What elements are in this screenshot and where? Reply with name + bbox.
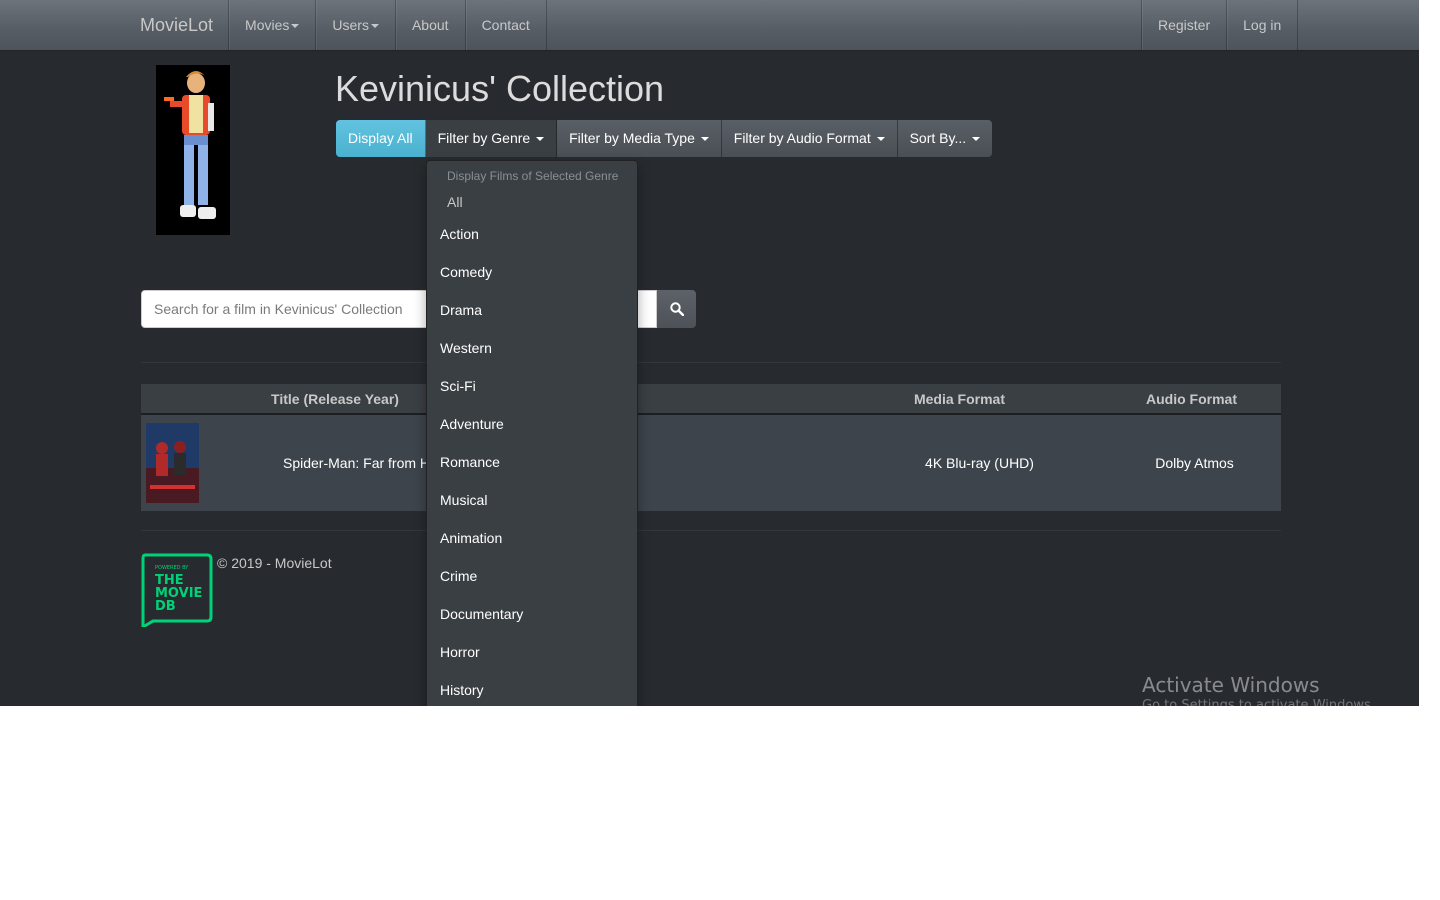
navbar: MovieLot Movies Users About Contact Regi…	[0, 0, 1419, 51]
movie-poster[interactable]	[146, 423, 199, 503]
caret-down-icon	[536, 137, 545, 142]
nav-movies-dropdown[interactable]: Movies	[228, 0, 315, 50]
column-header-media-format: Media Format	[913, 391, 1005, 407]
display-all-button[interactable]: Display All	[336, 120, 426, 157]
filter-media-type-label: Filter by Media Type	[569, 130, 695, 146]
sort-by-label: Sort By...	[909, 130, 967, 146]
activate-windows-watermark: Activate Windows	[1142, 673, 1320, 697]
genre-option-drama[interactable]: Drama	[427, 291, 637, 329]
sort-by-button[interactable]: Sort By...	[897, 120, 993, 157]
activate-windows-subtext: Go to Settings to activate Windows.	[1142, 698, 1375, 706]
tmdb-db: DB	[155, 599, 176, 614]
genre-option-adventure[interactable]: Adventure	[427, 405, 637, 443]
filter-button-group: Display All Filter by Genre Filter by Me…	[336, 120, 993, 157]
filter-audio-format-button[interactable]: Filter by Audio Format	[721, 120, 898, 157]
column-header-audio-format: Audio Format	[1146, 391, 1237, 407]
tmdb-logo[interactable]: POWERED BY THE MOVIE DB	[141, 553, 213, 630]
page-title: Kevinicus' Collection	[335, 68, 665, 109]
caret-down-icon	[972, 137, 981, 142]
audio-format-cell: Dolby Atmos	[1155, 455, 1234, 471]
genre-option-animation[interactable]: Animation	[427, 519, 637, 557]
filter-media-type-button[interactable]: Filter by Media Type	[557, 120, 722, 157]
divider	[141, 362, 1281, 363]
divider	[141, 530, 1281, 531]
user-avatar	[156, 65, 230, 235]
caret-down-icon	[700, 137, 709, 142]
nav-users-label: Users	[332, 17, 369, 33]
search-button[interactable]	[657, 290, 696, 328]
filter-genre-label: Filter by Genre	[437, 130, 531, 146]
filter-audio-format-label: Filter by Audio Format	[733, 130, 871, 146]
genre-option-musical[interactable]: Musical	[427, 481, 637, 519]
caret-down-icon	[370, 24, 379, 29]
genre-option-all[interactable]: All	[447, 194, 463, 210]
movie-title[interactable]: Spider-Man: Far from H	[283, 455, 430, 471]
table-row[interactable]: Spider-Man: Far from H 4K Blu-ray (UHD) …	[141, 415, 1281, 511]
genre-option-crime[interactable]: Crime	[427, 557, 637, 595]
genre-option-western[interactable]: Western	[427, 329, 637, 367]
genre-option-sci-fi[interactable]: Sci-Fi	[427, 367, 637, 405]
dropdown-header: Display Films of Selected Genre	[447, 169, 619, 183]
genre-dropdown-menu: Display Films of Selected Genre All Acti…	[426, 160, 638, 706]
genre-option-list: Action Comedy Drama Western Sci-Fi Adven…	[427, 215, 637, 706]
nav-movies-label: Movies	[245, 17, 290, 33]
tmdb-powered-by: POWERED BY	[155, 565, 189, 571]
genre-option-comedy[interactable]: Comedy	[427, 253, 637, 291]
genre-option-horror[interactable]: Horror	[427, 633, 637, 671]
tmdb-logo-graphic: POWERED BY THE MOVIE DB	[141, 553, 213, 630]
nav-about-link[interactable]: About	[394, 0, 465, 50]
genre-option-romance[interactable]: Romance	[427, 443, 637, 481]
search-icon	[669, 302, 684, 316]
page: MovieLot Movies Users About Contact Regi…	[0, 0, 1419, 706]
filter-genre-button[interactable]: Filter by Genre	[425, 120, 558, 157]
avatar-illustration	[156, 65, 230, 235]
caret-down-icon	[876, 137, 885, 142]
brand-link[interactable]: MovieLot	[125, 0, 228, 50]
media-format-cell: 4K Blu-ray (UHD)	[925, 455, 1034, 471]
collection-table: Title (Release Year) Media Format Audio …	[141, 384, 1281, 511]
genre-option-documentary[interactable]: Documentary	[427, 595, 637, 633]
genre-option-action[interactable]: Action	[427, 215, 637, 253]
caret-down-icon	[291, 24, 300, 29]
nav-contact-link[interactable]: Contact	[464, 0, 547, 50]
genre-option-history[interactable]: History	[427, 671, 637, 706]
nav-register-link[interactable]: Register	[1141, 0, 1226, 50]
nav-login-link[interactable]: Log in	[1226, 0, 1299, 50]
nav-users-dropdown[interactable]: Users	[315, 0, 395, 50]
copyright-text: © 2019 - MovieLot	[217, 555, 332, 571]
poster-image	[146, 423, 199, 503]
table-header: Title (Release Year) Media Format Audio …	[141, 384, 1281, 415]
